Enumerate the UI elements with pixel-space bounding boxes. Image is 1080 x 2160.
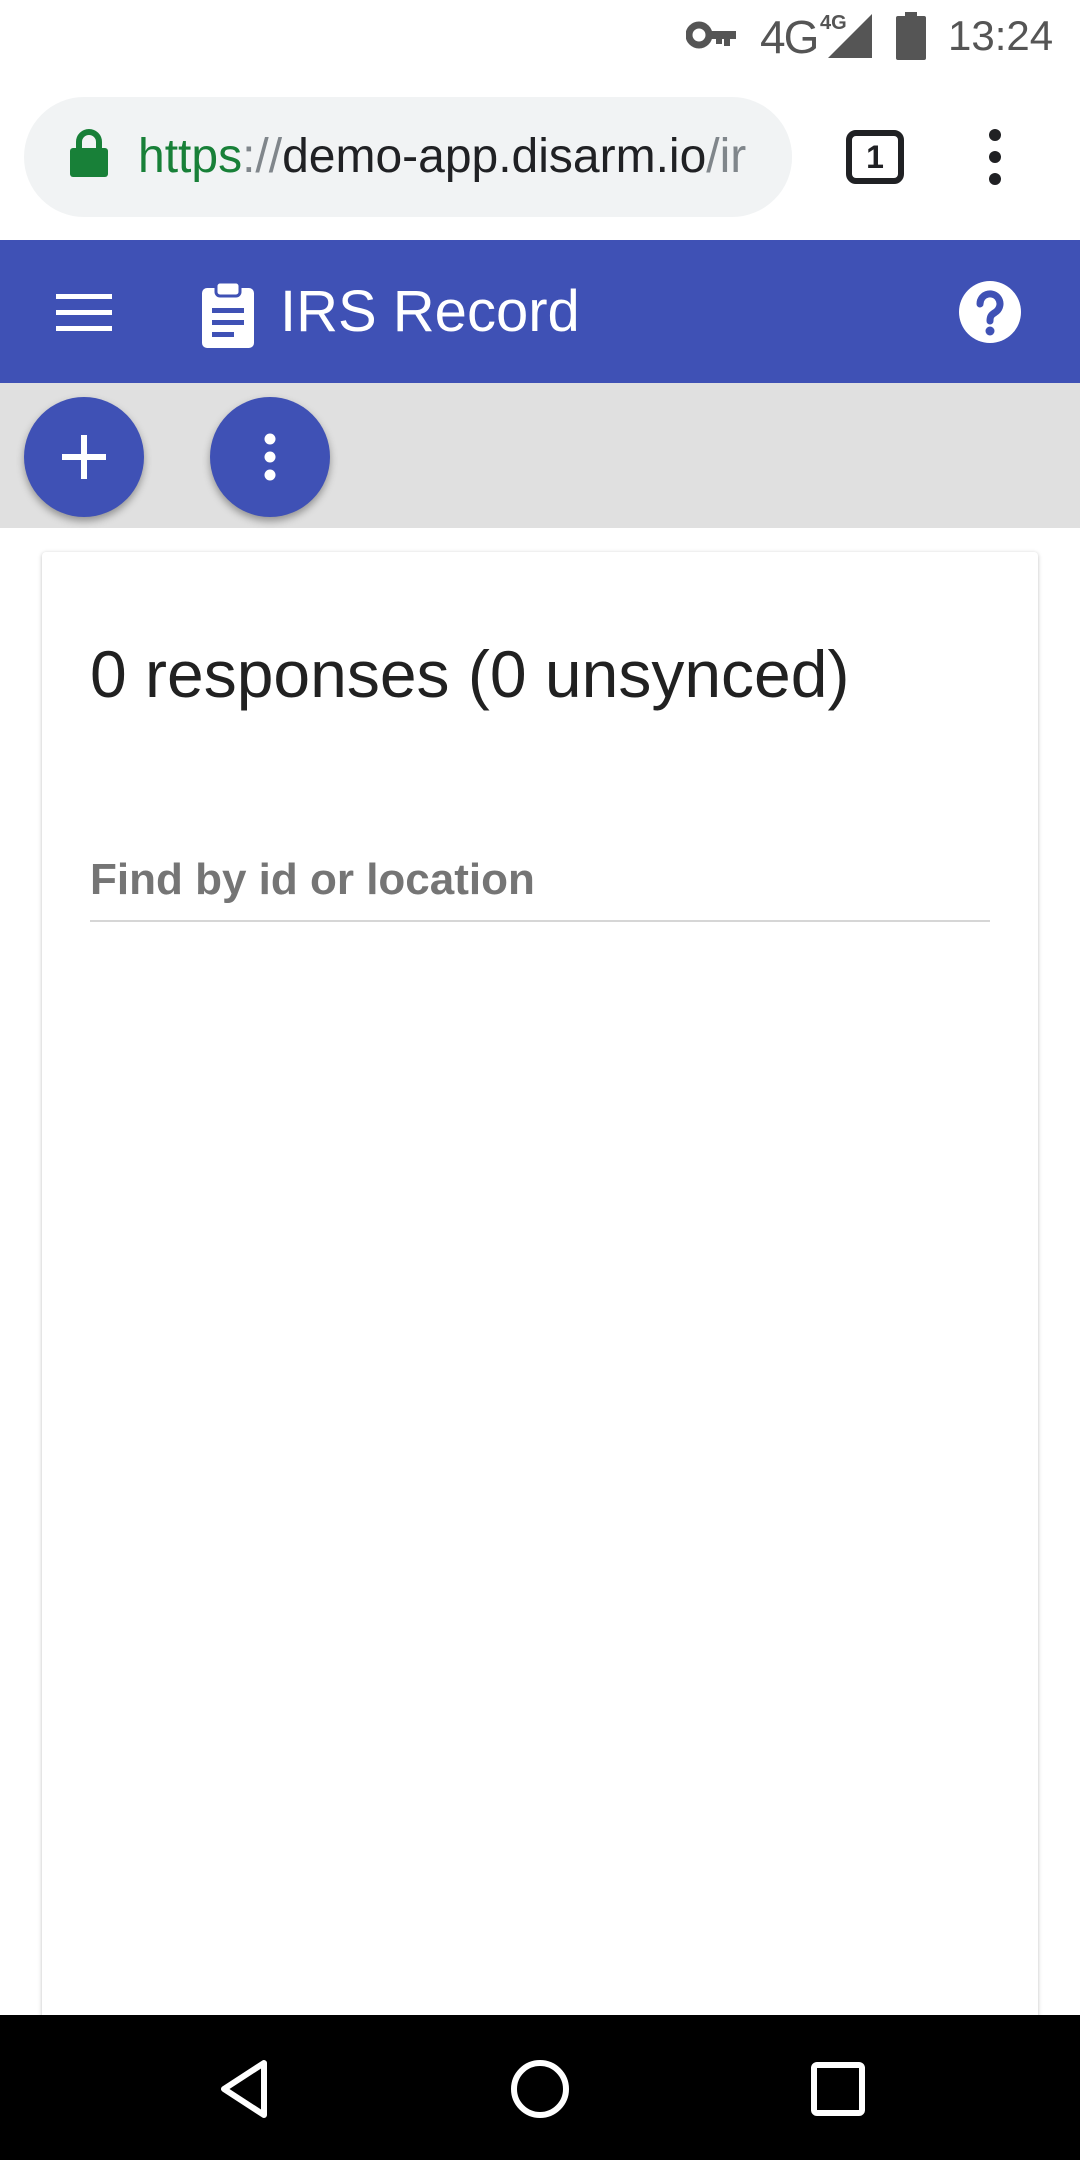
address-bar[interactable]: https://demo-app.disarm.io/ir [24, 97, 792, 217]
clock: 13:24 [948, 12, 1054, 59]
system-navigation-bar [0, 2015, 1080, 2160]
url-text: https://demo-app.disarm.io/ir [138, 125, 788, 189]
menu-icon[interactable] [50, 290, 118, 334]
network-type: 4G [760, 11, 819, 63]
screen: 4G 4G 13:24 https://demo-app.disarm.io/i… [0, 0, 1080, 2160]
clipboard-icon [202, 280, 254, 348]
app-bar: IRS Record [0, 240, 1080, 383]
more-vertical-icon [264, 433, 276, 481]
vpn-key-icon [686, 21, 736, 49]
action-toolbar [0, 383, 1080, 528]
url-host: demo-app.disarm.io [282, 130, 707, 183]
search-input[interactable] [90, 842, 990, 918]
signal-icon [828, 14, 872, 58]
search-field [90, 842, 990, 922]
help-icon[interactable] [958, 280, 1022, 344]
back-icon[interactable] [214, 2057, 278, 2121]
plus-icon [62, 435, 106, 479]
more-options-button[interactable] [210, 397, 330, 517]
status-bar: 4G 4G 13:24 [0, 0, 1080, 75]
lock-icon[interactable] [70, 129, 108, 177]
browser-toolbar: https://demo-app.disarm.io/ir 1 [0, 75, 1080, 240]
tab-switcher-button[interactable]: 1 [846, 130, 904, 184]
responses-summary: 0 responses (0 unsynced) [90, 637, 850, 711]
recent-apps-icon[interactable] [806, 2057, 870, 2121]
url-scheme: https [138, 130, 243, 183]
home-icon[interactable] [508, 2057, 572, 2121]
responses-card: 0 responses (0 unsynced) [42, 552, 1038, 2052]
battery-icon [896, 12, 926, 60]
url-separator: :// [242, 130, 283, 183]
url-path: /ir [706, 130, 747, 183]
page-title: IRS Record [280, 279, 580, 344]
browser-menu-icon[interactable] [980, 127, 1010, 187]
url-fade [752, 97, 792, 217]
add-record-button[interactable] [24, 397, 144, 517]
